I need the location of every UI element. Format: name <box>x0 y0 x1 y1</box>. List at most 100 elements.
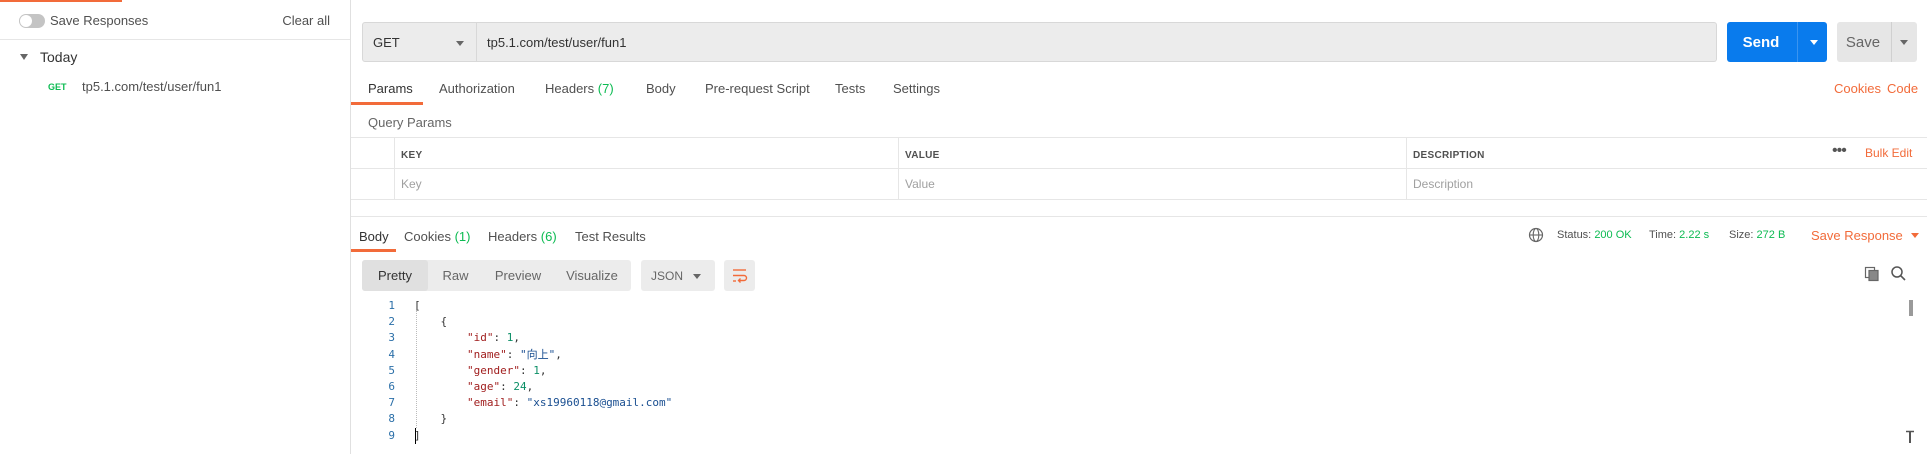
code-token: : <box>506 347 520 361</box>
editor-scrollbar-thumb[interactable] <box>1909 300 1913 316</box>
clear-all-button[interactable]: Clear all <box>282 13 330 28</box>
response-tab-cookies[interactable]: Cookies (1) <box>404 229 470 244</box>
code-token: { <box>414 315 448 329</box>
code-line: 3 "id": 1, <box>351 330 1907 346</box>
send-options-chevron-icon[interactable] <box>1810 40 1818 45</box>
code-token: 24 <box>513 380 527 393</box>
column-header-key: KEY <box>394 138 898 169</box>
view-visualize-button[interactable]: Visualize <box>553 260 631 291</box>
code-line-content: "email": "xs19960118@gmail.com" <box>414 395 672 411</box>
scroll-to-bottom-icon[interactable] <box>1905 430 1915 444</box>
code-link[interactable]: Code <box>1887 81 1918 96</box>
save-options-chevron-icon[interactable] <box>1900 40 1908 45</box>
wrap-lines-button[interactable] <box>724 260 755 291</box>
param-description-input[interactable] <box>1413 174 1881 194</box>
query-params-title: Query Params <box>368 115 452 130</box>
cookies-link[interactable]: Cookies <box>1834 81 1881 96</box>
tab-headers-label: Headers <box>545 81 595 96</box>
wrap-lines-icon <box>733 269 748 283</box>
copy-icon[interactable] <box>1864 266 1880 282</box>
tab-authorization[interactable]: Authorization <box>439 81 515 96</box>
code-line-content: [ <box>414 298 421 314</box>
send-button[interactable]: Send <box>1727 22 1827 62</box>
toggle-knob <box>20 15 32 27</box>
size-label: Size: <box>1729 229 1754 241</box>
chevron-down-icon <box>456 41 464 46</box>
response-tab-headers[interactable]: Headers (6) <box>488 229 557 244</box>
bulk-edit-link[interactable]: Bulk Edit <box>1865 138 1912 169</box>
time-value: 2.22 s <box>1679 229 1710 241</box>
save-responses-label: Save Responses <box>50 13 149 28</box>
editor-scrollbar[interactable] <box>1907 300 1915 446</box>
code-token: } <box>414 412 448 426</box>
line-number: 1 <box>388 299 395 312</box>
tab-tests[interactable]: Tests <box>835 81 865 96</box>
format-select[interactable]: JSON <box>641 260 715 291</box>
view-mode-group: Pretty Raw Preview Visualize <box>362 260 631 291</box>
response-tab-body[interactable]: Body <box>359 229 389 244</box>
params-table-row <box>351 169 1927 200</box>
text-cursor <box>415 428 416 444</box>
response-tab-headers-count: (6) <box>540 229 557 244</box>
code-line: 4 "name": "向上", <box>351 347 1907 363</box>
history-group-today[interactable]: Today <box>20 49 77 65</box>
save-button[interactable]: Save <box>1837 22 1917 62</box>
active-tab-indicator <box>351 102 423 105</box>
column-header-value-label: VALUE <box>905 150 940 161</box>
query-params-table: KEY VALUE DESCRIPTION ••• Bulk Edit <box>351 137 1927 200</box>
tab-headers[interactable]: Headers (7) <box>545 81 614 96</box>
method-select[interactable]: GET <box>362 22 477 62</box>
url-input[interactable] <box>477 22 1717 62</box>
tab-params[interactable]: Params <box>368 81 413 96</box>
code-token: , <box>555 347 562 361</box>
history-item-method: GET <box>48 82 67 92</box>
column-header-description-label: DESCRIPTION <box>1413 150 1485 161</box>
response-tab-test-results[interactable]: Test Results <box>575 229 646 244</box>
save-responses-toggle[interactable] <box>19 14 45 28</box>
tab-prerequest-script[interactable]: Pre-request Script <box>705 81 810 96</box>
history-item[interactable]: GET tp5.1.com/test/user/fun1 <box>0 76 350 100</box>
size-value: 272 B <box>1756 229 1786 241</box>
tab-body[interactable]: Body <box>646 81 676 96</box>
save-response-button[interactable]: Save Response <box>1811 228 1919 243</box>
tab-settings[interactable]: Settings <box>893 81 940 96</box>
status-label: Status: <box>1557 229 1592 241</box>
param-description-cell <box>1406 169 1927 200</box>
line-number: 2 <box>388 315 395 329</box>
code-line: 6 "age": 24, <box>351 379 1907 395</box>
code-line: 8 } <box>351 411 1907 427</box>
code-line: 5 "gender": 1, <box>351 363 1907 379</box>
globe-icon[interactable] <box>1528 227 1544 243</box>
line-number: 4 <box>388 347 395 361</box>
indent-guide <box>416 310 417 428</box>
view-pretty-button[interactable]: Pretty <box>362 260 428 291</box>
param-key-input[interactable] <box>401 174 854 194</box>
line-number: 6 <box>388 380 395 393</box>
param-value-cell <box>898 169 1406 200</box>
code-token: 1 <box>533 363 540 377</box>
chevron-down-icon <box>693 274 701 279</box>
view-preview-button[interactable]: Preview <box>483 260 553 291</box>
send-button-divider <box>1797 22 1798 62</box>
save-button-divider <box>1891 22 1892 62</box>
code-line: 1[ <box>351 298 1907 314</box>
response-tab-cookies-label: Cookies <box>404 229 451 244</box>
code-line-content: "id": 1, <box>414 330 520 346</box>
param-value-input[interactable] <box>905 174 1362 194</box>
code-line-content: "gender": 1, <box>414 363 546 379</box>
code-token: , <box>539 363 547 377</box>
view-raw-button[interactable]: Raw <box>428 260 483 291</box>
code-token: "gender" <box>466 363 520 377</box>
search-icon[interactable] <box>1890 265 1907 282</box>
response-time: Time: 2.22 s <box>1649 229 1709 241</box>
response-status: Status: 200 OK <box>1557 229 1632 241</box>
code-token: : <box>519 363 534 377</box>
line-number: 3 <box>388 331 395 345</box>
more-horizontal-icon[interactable]: ••• <box>1832 138 1847 164</box>
response-body-editor[interactable]: 1[2 {3 "id": 1, 4 "name": "向上", 5 "gender"… <box>351 298 1907 454</box>
tab-headers-count: (7) <box>597 81 614 96</box>
code-line-content: "name": "向上", <box>414 347 562 363</box>
